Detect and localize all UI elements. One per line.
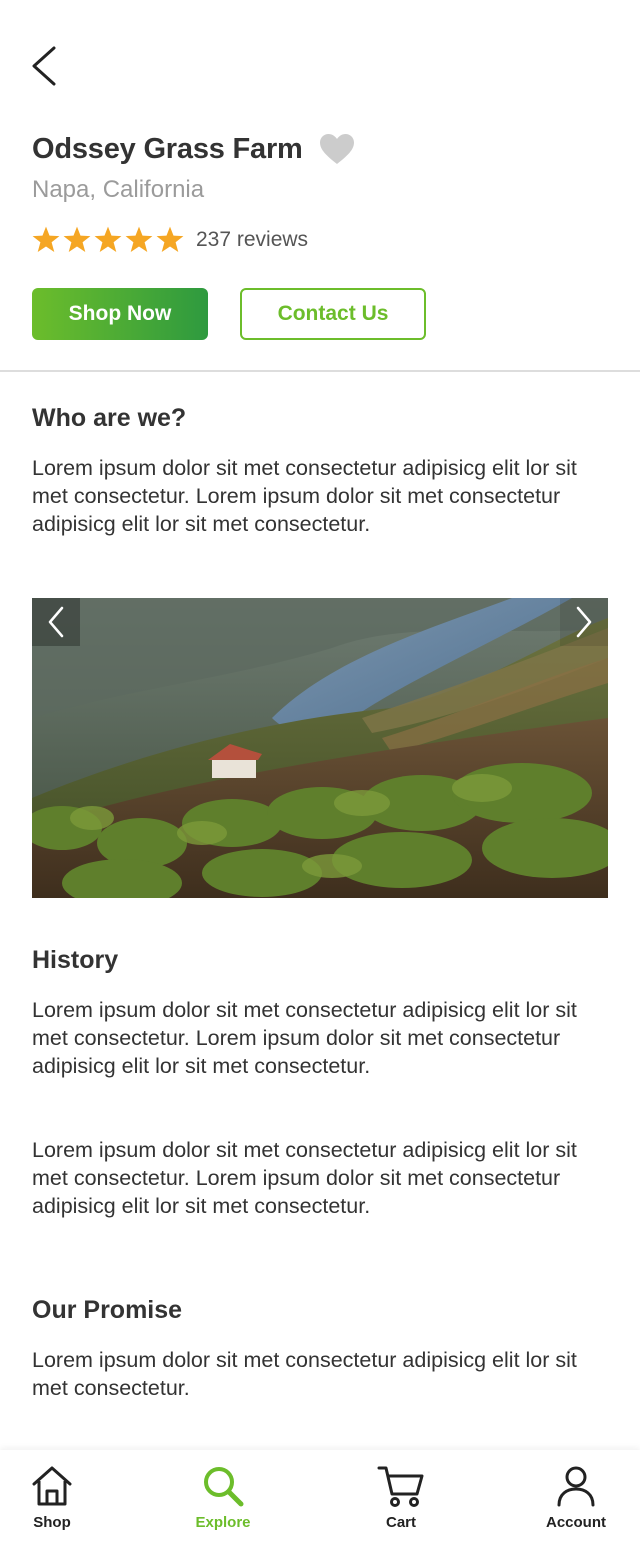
star-icon (94, 226, 122, 252)
search-icon (204, 1467, 244, 1507)
back-button[interactable] (26, 42, 66, 90)
review-count[interactable]: 237 reviews (196, 228, 308, 252)
location-text: Napa, California (32, 176, 205, 203)
tab-cart[interactable]: Cart (346, 1464, 456, 1531)
carousel-next-button[interactable] (560, 598, 608, 646)
who-are-we-text: Lorem ipsum dolor sit met consectetur ad… (32, 456, 577, 536)
divider (0, 370, 640, 372)
carousel-prev-button[interactable] (32, 598, 80, 646)
tab-shop[interactable]: Shop (0, 1464, 107, 1531)
star-rating (32, 226, 184, 253)
favorite-button[interactable] (319, 132, 357, 166)
user-icon (557, 1466, 595, 1507)
star-icon (63, 226, 91, 252)
who-are-we-title: Who are we? (32, 404, 187, 432)
our-promise-title: Our Promise (32, 1296, 183, 1324)
title-row: Odssey Grass Farm (32, 132, 357, 166)
tab-shop-label: Shop (33, 1514, 71, 1531)
star-icon (32, 226, 60, 252)
heart-icon (319, 134, 354, 164)
home-icon (32, 1466, 72, 1506)
image-carousel[interactable] (32, 598, 608, 898)
tab-account[interactable]: Account (521, 1464, 631, 1531)
vineyard-photo (32, 598, 608, 898)
history-paragraph: Lorem ipsum dolor sit met consectetur ad… (32, 1138, 577, 1218)
star-icon (125, 226, 153, 252)
chevron-left-icon (32, 46, 56, 86)
contact-us-button[interactable]: Contact Us (240, 288, 426, 340)
star-icon (156, 226, 184, 252)
chevron-left-icon (48, 606, 64, 638)
history-title: History (32, 946, 119, 974)
rating-row: 237 reviews (32, 226, 308, 253)
tab-account-label: Account (546, 1514, 606, 1531)
tab-explore-label: Explore (195, 1514, 251, 1531)
bottom-tab-bar: Shop Explore Cart Account (0, 1450, 640, 1546)
tab-cart-label: Cart (385, 1514, 416, 1531)
chevron-right-icon (576, 606, 592, 638)
our-promise-text: Lorem ipsum dolor sit met consectetur ad… (32, 1348, 577, 1400)
shop-now-button[interactable]: Shop Now (32, 288, 208, 340)
tab-explore[interactable]: Explore (168, 1464, 278, 1531)
history-paragraph: Lorem ipsum dolor sit met consectetur ad… (32, 998, 577, 1078)
page-title: Odssey Grass Farm (32, 132, 303, 165)
cart-icon (377, 1466, 424, 1507)
